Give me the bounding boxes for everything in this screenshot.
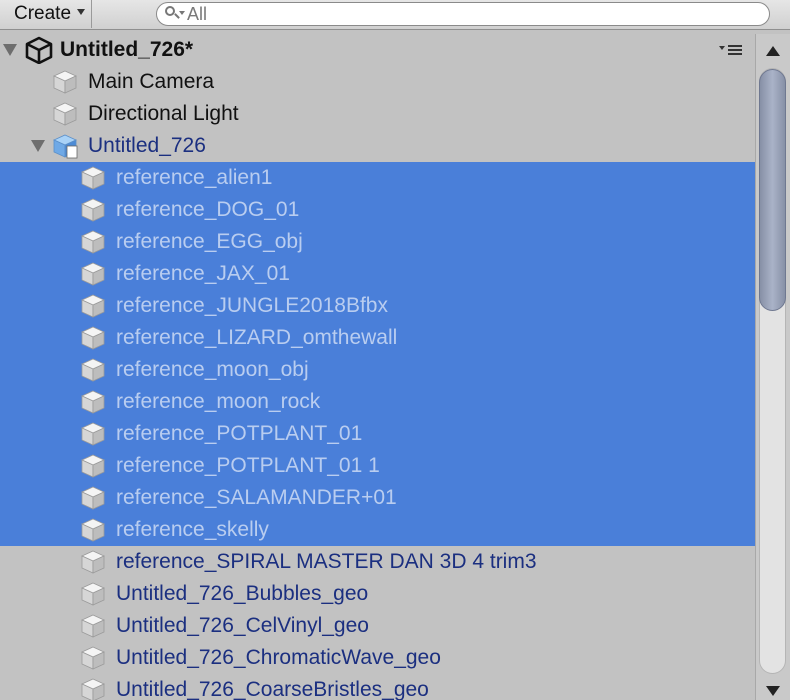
hierarchy-item[interactable]: reference_EGG_obj	[0, 226, 755, 258]
chevron-down-icon	[77, 9, 85, 15]
cube-icon	[80, 357, 106, 383]
hierarchy-item-label: reference_moon_rock	[116, 390, 321, 413]
hierarchy-item-label: reference_SPIRAL MASTER DAN 3D 4 trim3	[116, 550, 537, 573]
hierarchy-item[interactable]: reference_POTPLANT_01 1	[0, 450, 755, 482]
cube-icon	[80, 581, 106, 607]
cube-icon	[52, 101, 78, 127]
cube-icon	[80, 677, 106, 700]
unity-logo-icon	[25, 36, 53, 64]
create-label: Create	[14, 3, 72, 24]
hierarchy-item[interactable]: reference_DOG_01	[0, 194, 755, 226]
cube-icon	[80, 485, 106, 511]
foldout-arrow-icon[interactable]	[31, 140, 45, 152]
menu-icon[interactable]	[719, 43, 743, 57]
hierarchy-item[interactable]: Directional Light	[0, 98, 755, 130]
hierarchy-toolbar: Create	[0, 0, 790, 30]
cube-icon	[80, 645, 106, 671]
hierarchy-item[interactable]: reference_LIZARD_omthewall	[0, 322, 755, 354]
cube-icon	[80, 325, 106, 351]
hierarchy-item-label: Untitled_726_ChromaticWave_geo	[116, 646, 441, 669]
hierarchy-item[interactable]: reference_moon_rock	[0, 386, 755, 418]
hierarchy-item-label: reference_JUNGLE2018Bfbx	[116, 294, 388, 317]
cube-icon	[80, 229, 106, 255]
hierarchy-item[interactable]: Untitled_726	[0, 130, 755, 162]
hierarchy-tree[interactable]: Untitled_726* Main Camera Directional Lig…	[0, 34, 755, 700]
hierarchy-item-label: Untitled_726	[88, 134, 206, 157]
hierarchy-item-label: reference_LIZARD_omthewall	[116, 326, 398, 349]
hierarchy-item-label: Untitled_726_CelVinyl_geo	[116, 614, 369, 637]
hierarchy-item-label: reference_skelly	[116, 518, 269, 541]
hierarchy-item-label: reference_EGG_obj	[116, 230, 303, 253]
hierarchy-item[interactable]: Untitled_726_ChromaticWave_geo	[0, 642, 755, 674]
cube-icon	[80, 517, 106, 543]
hierarchy-item[interactable]: Untitled_726_Bubbles_geo	[0, 578, 755, 610]
hierarchy-item-label: reference_moon_obj	[116, 358, 309, 381]
scroll-down-arrow-icon[interactable]	[766, 686, 780, 696]
foldout-arrow-icon[interactable]	[3, 44, 17, 56]
hierarchy-item-label: Untitled_726_CoarseBristles_geo	[116, 678, 429, 700]
hierarchy-item-label: Main Camera	[88, 70, 215, 93]
hierarchy-item-label: reference_JAX_01	[116, 262, 290, 285]
scroll-up-arrow-icon[interactable]	[766, 46, 780, 56]
hierarchy-item[interactable]: reference_POTPLANT_01	[0, 418, 755, 450]
cube-icon	[80, 613, 106, 639]
cube-icon	[80, 293, 106, 319]
hierarchy-item[interactable]: Main Camera	[0, 66, 755, 98]
create-dropdown-button[interactable]: Create	[0, 0, 92, 28]
cube-icon	[80, 421, 106, 447]
hierarchy-item-label: reference_alien1	[116, 166, 273, 189]
vertical-scrollbar[interactable]	[755, 34, 790, 700]
hierarchy-item[interactable]: Untitled_726_CoarseBristles_geo	[0, 674, 755, 700]
hierarchy-item[interactable]: reference_alien1	[0, 162, 755, 194]
hierarchy-item-label: Directional Light	[88, 102, 239, 125]
hierarchy-item[interactable]: reference_moon_obj	[0, 354, 755, 386]
cube-icon	[80, 389, 106, 415]
search-field[interactable]	[156, 2, 770, 26]
cube-icon	[80, 165, 106, 191]
hierarchy-item[interactable]: reference_SALAMANDER+01	[0, 482, 755, 514]
scene-name: Untitled_726*	[60, 38, 194, 61]
hierarchy-item-label: reference_SALAMANDER+01	[116, 486, 397, 509]
hierarchy-item[interactable]: reference_JUNGLE2018Bfbx	[0, 290, 755, 322]
hierarchy-item[interactable]: reference_SPIRAL MASTER DAN 3D 4 trim3	[0, 546, 755, 578]
scrollbar-thumb[interactable]	[759, 69, 786, 311]
scene-row[interactable]: Untitled_726*	[0, 34, 755, 66]
cube-icon	[80, 261, 106, 287]
cube-icon	[80, 549, 106, 575]
cube-icon	[80, 197, 106, 223]
search-icon[interactable]	[164, 4, 186, 24]
prefab-cube-icon	[52, 133, 78, 159]
search-input[interactable]	[187, 3, 747, 25]
hierarchy-item-label: reference_POTPLANT_01 1	[116, 454, 380, 477]
hierarchy-item[interactable]: reference_JAX_01	[0, 258, 755, 290]
hierarchy-item-label: Untitled_726_Bubbles_geo	[116, 582, 369, 605]
hierarchy-item-label: reference_POTPLANT_01	[116, 422, 363, 445]
cube-icon	[52, 69, 78, 95]
hierarchy-item[interactable]: reference_skelly	[0, 514, 755, 546]
hierarchy-item-label: reference_DOG_01	[116, 198, 300, 221]
cube-icon	[80, 453, 106, 479]
hierarchy-item[interactable]: Untitled_726_CelVinyl_geo	[0, 610, 755, 642]
